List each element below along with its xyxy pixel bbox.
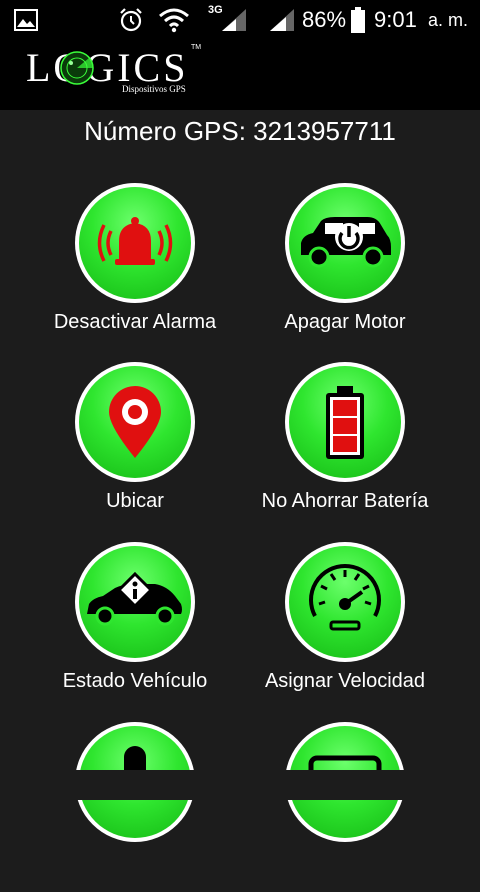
button-circle[interactable]	[285, 542, 405, 662]
signal-icon: 3G	[206, 0, 250, 40]
clock-ampm: a. m.	[428, 9, 469, 30]
no-battery-saving-button[interactable]: No Ahorrar Batería	[240, 362, 450, 532]
bottom-fade	[0, 770, 480, 800]
tile-label: Desactivar Alarma	[53, 311, 217, 333]
clock-time: 9:01	[374, 7, 417, 32]
network-type: 3G	[208, 4, 223, 16]
alarm-bell-icon	[97, 217, 173, 265]
battery-percent: 86%	[302, 7, 347, 32]
turn-off-engine-button[interactable]: Apagar Motor	[240, 183, 450, 353]
logo: LOGICS TM Dispositivos GPS	[26, 44, 206, 100]
battery-icon	[326, 386, 364, 459]
logo-subtitle: Dispositivos GPS	[122, 84, 186, 94]
tile-label: Asignar Velocidad	[264, 670, 426, 692]
button-circle[interactable]	[75, 362, 195, 482]
tile-label: Estado Vehículo	[62, 670, 208, 692]
extra-button-1[interactable]	[30, 722, 240, 892]
gps-number-title: Número GPS: 3213957711	[84, 116, 396, 146]
button-circle[interactable]	[285, 183, 405, 303]
button-circle[interactable]	[285, 362, 405, 482]
vehicle-status-button[interactable]: Estado Vehículo	[30, 542, 240, 712]
tile-label: Ubicar	[106, 490, 164, 512]
button-circle[interactable]	[75, 542, 195, 662]
button-circle[interactable]	[75, 183, 195, 303]
tile-label: Apagar Motor	[284, 311, 406, 333]
alarm-clock-icon	[118, 0, 144, 40]
battery-icon	[350, 0, 366, 40]
tile-label: No Ahorrar Batería	[261, 490, 429, 512]
image-icon	[14, 0, 38, 40]
locate-button[interactable]: Ubicar	[30, 362, 240, 532]
car-power-icon	[301, 217, 391, 268]
wifi-icon	[158, 0, 190, 40]
speedometer-icon	[309, 564, 381, 631]
set-speed-button[interactable]: Asignar Velocidad	[240, 542, 450, 712]
location-pin-icon	[109, 386, 161, 458]
car-info-icon	[87, 571, 182, 626]
status-bar: 3G 86% 9:01 a. m.	[0, 0, 480, 40]
logo-trademark: TM	[191, 44, 202, 51]
radar-icon	[60, 51, 94, 85]
signal-icon	[268, 0, 296, 40]
extra-button-2[interactable]	[240, 722, 450, 892]
deactivate-alarm-button[interactable]: Desactivar Alarma	[30, 183, 240, 353]
